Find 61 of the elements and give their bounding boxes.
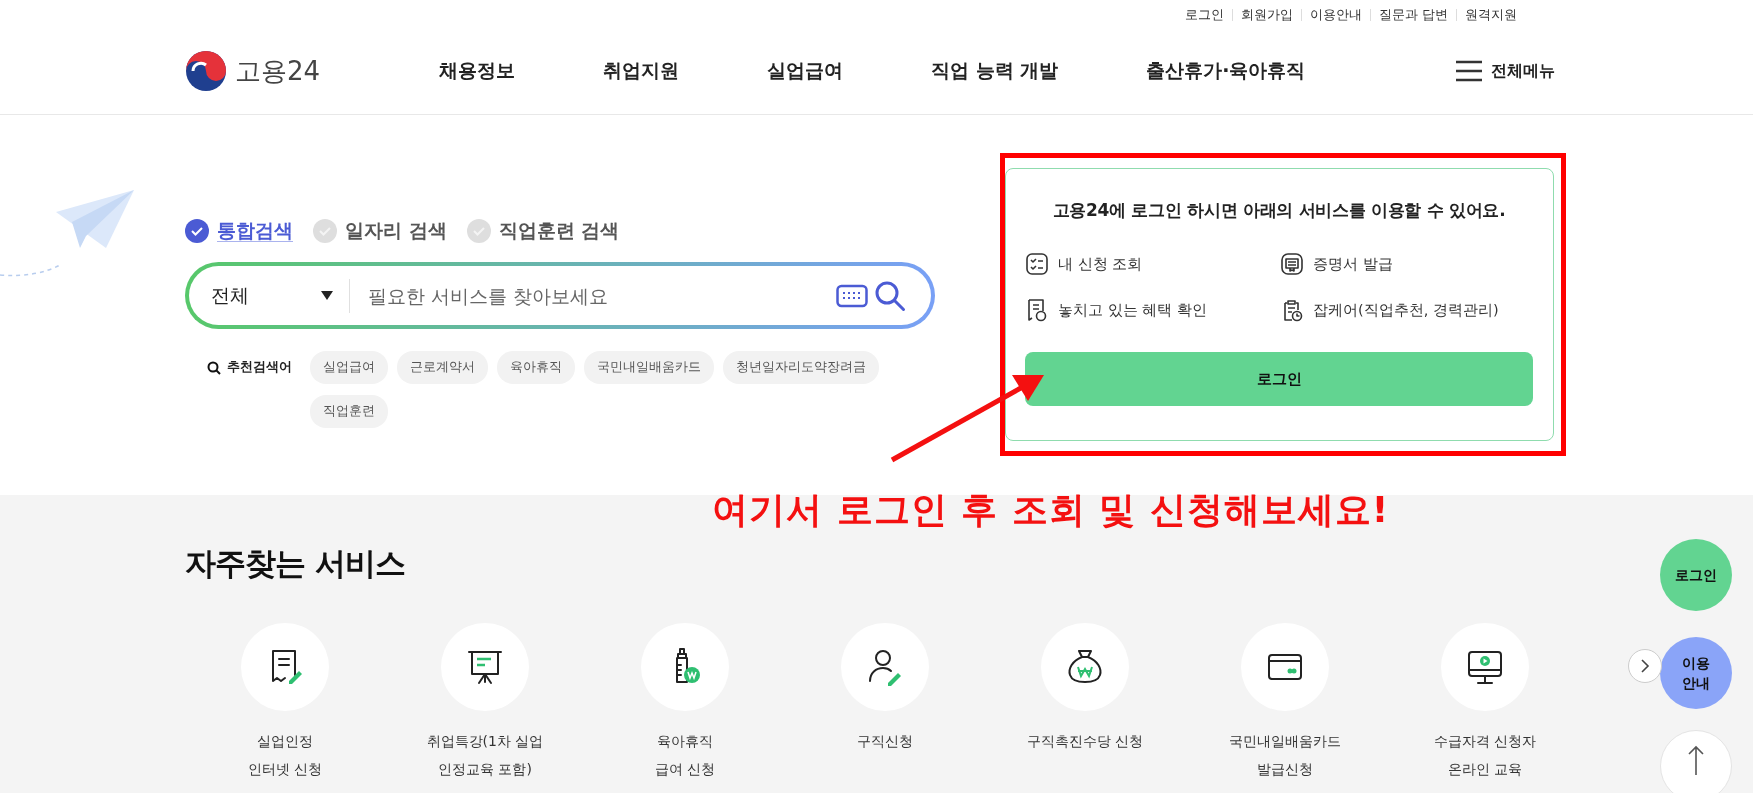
keyword-chip[interactable]: 청년일자리도약장려금 — [723, 351, 879, 384]
service-label: 수급자격 신청자 온라인 교육 — [1433, 732, 1537, 779]
document-coin-icon — [1025, 298, 1049, 322]
card-title: 고용24에 로그인 하시면 아래의 서비스를 이용할 수 있어요. — [1051, 199, 1507, 222]
login-button[interactable]: 로그인 — [1025, 352, 1533, 406]
recommend-text: 추천검색어 — [227, 359, 292, 376]
search-tab[interactable]: 직업훈련 검색 — [466, 218, 620, 244]
top-link[interactable]: 이용안내 — [1301, 9, 1370, 21]
top-link[interactable]: 원격지원 — [1456, 9, 1525, 21]
keyboard-button[interactable] — [833, 283, 871, 308]
service-label: 구직신청 — [857, 732, 913, 751]
nav-item[interactable]: 출산휴가·육아휴직 — [1146, 58, 1306, 84]
service-link[interactable]: 잡케어(직업추천, 경력관리) — [1280, 298, 1533, 322]
top-link[interactable]: 질문과 답변 — [1370, 9, 1456, 21]
search-tab[interactable]: 통합검색 — [185, 218, 293, 244]
check-circle-icon — [185, 219, 209, 243]
service-label: 육아휴직 급여 신청 — [654, 732, 716, 779]
nav-item[interactable]: 취업지원 — [603, 58, 679, 84]
service-item[interactable]: 취업특강(1차 실업 인정교육 포함) — [385, 623, 585, 783]
checklist-icon — [1025, 252, 1049, 276]
keyword-chip[interactable]: 직업훈련 — [310, 395, 388, 428]
keyword-chip[interactable]: 국민내일배움카드 — [584, 351, 714, 384]
logo-text: 고용24 — [235, 54, 321, 88]
check-circle-icon — [466, 219, 491, 243]
taegeuk-logo-icon — [185, 50, 227, 92]
service-item[interactable]: 구직촉진수당 신청 — [985, 623, 1185, 783]
nav-item[interactable]: 실업급여 — [767, 58, 843, 84]
service-item[interactable]: 국민내일배움카드 발급신청 — [1185, 623, 1385, 783]
logo[interactable]: 고용24 — [185, 50, 351, 92]
keyword-chip[interactable]: 실업급여 — [310, 351, 388, 384]
search-tab[interactable]: 일자리 검색 — [313, 218, 447, 244]
top-link[interactable]: 로그인 — [1177, 9, 1232, 21]
service-item[interactable]: 수급자격 신청자 온라인 교육 — [1385, 623, 1585, 783]
service-item[interactable]: 구직신청 — [785, 623, 985, 783]
keyword-chip[interactable]: 근로계약서 — [397, 351, 488, 384]
menu-button[interactable]: 전체메뉴 — [1455, 60, 1555, 82]
service-item[interactable]: 실업인정 인터넷 신청 — [185, 623, 385, 783]
section-title: 자주찾는 서비스 — [185, 544, 405, 583]
category-dropdown[interactable]: 전체 — [211, 282, 333, 309]
keyboard-icon — [836, 283, 868, 308]
top-link[interactable]: 회원가입 — [1232, 9, 1301, 21]
service-label: 국민내일배움카드 발급신청 — [1229, 732, 1341, 779]
service-item[interactable]: 육아휴직 급여 신청 — [585, 623, 785, 783]
service-link[interactable]: 증명서 발급 — [1280, 252, 1533, 276]
certificate-icon — [1280, 252, 1304, 276]
caret-icon — [321, 291, 333, 300]
annotation-text: 여기서 로그인 후 조회 및 신청해보세요! — [712, 488, 1390, 532]
service-link[interactable]: 내 신청 조회 — [1025, 252, 1280, 276]
nav-item[interactable]: 채용정보 — [439, 58, 515, 84]
nav-item[interactable]: 직업 능력 개발 — [931, 58, 1059, 84]
keyword-chip[interactable]: 육아휴직 — [497, 351, 575, 384]
menu-icon — [1455, 60, 1483, 82]
chevron-right-icon — [1640, 659, 1650, 673]
check-circle-icon — [313, 219, 337, 243]
service-link[interactable]: 놓치고 있는 혜택 확인 — [1025, 298, 1280, 322]
search-icon — [874, 279, 906, 312]
service-label: 구직촉진수당 신청 — [1026, 732, 1144, 751]
service-label: 취업특강(1차 실업 인정교육 포함) — [426, 732, 544, 779]
search-icon — [207, 360, 221, 375]
arrow-up-icon — [1688, 745, 1704, 775]
service-label: 실업인정 인터넷 신청 — [247, 732, 323, 779]
